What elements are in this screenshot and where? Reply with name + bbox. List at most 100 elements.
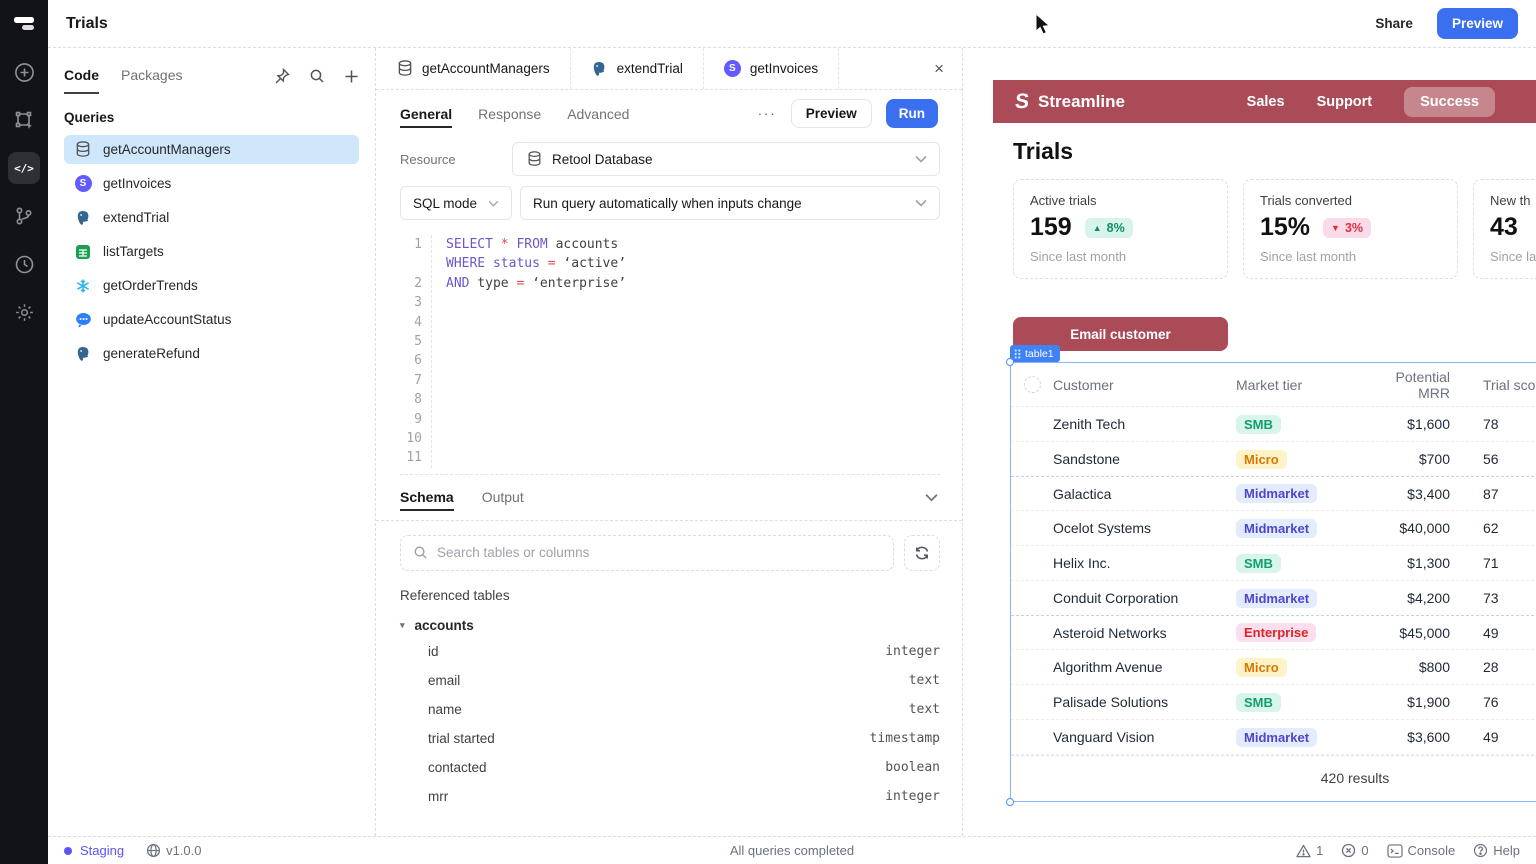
query-item-label: extendTrial — [103, 210, 169, 225]
tab-response[interactable]: Response — [478, 92, 541, 136]
warnings-indicator[interactable]: 1 — [1296, 843, 1323, 858]
schema-field-contacted[interactable]: contactedboolean — [376, 753, 962, 782]
editor-tab-getAccountManagers[interactable]: getAccountManagers — [376, 48, 571, 89]
resize-handle-top-left[interactable] — [1006, 358, 1014, 366]
schema-field-mrr[interactable]: mrrinteger — [376, 782, 962, 811]
query-item-label: generateRefund — [103, 346, 200, 361]
column-header-3[interactable]: Trial sco — [1450, 377, 1536, 393]
app-nav-success[interactable]: Success — [1404, 87, 1495, 117]
share-button[interactable]: Share — [1365, 10, 1423, 37]
table-row-2[interactable]: GalacticaMidmarket$3,40087 — [1011, 476, 1536, 511]
branch-icon[interactable] — [0, 192, 48, 240]
search-icon[interactable] — [309, 68, 325, 84]
select-all-checkbox[interactable] — [1024, 376, 1041, 393]
table1-selection-tag[interactable]: table1 — [1010, 345, 1060, 362]
editor-tab-extendTrial[interactable]: extendTrial — [571, 48, 704, 89]
schema-field-email[interactable]: emailtext — [376, 666, 962, 695]
query-preview-button[interactable]: Preview — [791, 99, 872, 128]
editor-tab-getInvoices[interactable]: SgetInvoices — [704, 48, 839, 89]
query-item-updateAccountStatus[interactable]: updateAccountStatus — [64, 305, 359, 334]
code-line: SELECT * FROM accounts — [446, 235, 626, 254]
cell-score: 49 — [1450, 625, 1536, 641]
resource-value: Retool Database — [552, 152, 653, 167]
resize-handle-bottom-left[interactable] — [1006, 798, 1014, 806]
table1-component[interactable]: CustomerMarket tierPotential MRRTrial sc… — [1010, 362, 1536, 802]
query-item-getInvoices[interactable]: SgetInvoices — [64, 169, 359, 198]
more-menu-icon[interactable]: ··· — [758, 106, 777, 121]
app-nav-support[interactable]: Support — [1317, 94, 1373, 110]
errors-indicator[interactable]: 0 — [1341, 843, 1368, 858]
schema-field-id[interactable]: idinteger — [376, 637, 962, 666]
database-icon — [74, 141, 92, 159]
chevron-down-icon — [915, 155, 927, 163]
code-packages-tabs: Code Packages — [64, 58, 359, 94]
pin-icon[interactable] — [274, 68, 290, 84]
autorun-select[interactable]: Run query automatically when inputs chan… — [520, 186, 940, 220]
table-row-6[interactable]: Asteroid NetworksEnterprise$45,00049 — [1011, 615, 1536, 650]
table-row-3[interactable]: Ocelot SystemsMidmarket$40,00062 — [1011, 511, 1536, 546]
schema-table-accounts[interactable]: ▾ accounts — [400, 618, 938, 633]
drag-handle-icon — [1014, 349, 1021, 359]
console-toggle[interactable]: Console — [1387, 843, 1456, 858]
field-name: name — [428, 702, 462, 717]
tab-code[interactable]: Code — [64, 59, 99, 93]
query-item-getAccountManagers[interactable]: getAccountManagers — [64, 135, 359, 164]
environment-selector[interactable]: Staging — [80, 843, 124, 858]
query-item-extendTrial[interactable]: extendTrial — [64, 203, 359, 232]
table-row-5[interactable]: Conduit CorporationMidmarket$4,20073 — [1011, 581, 1536, 616]
preview-app-button[interactable]: Preview — [1437, 8, 1518, 39]
page-title: Trials — [66, 15, 108, 33]
table-row-9[interactable]: Vanguard VisionMidmarket$3,60049 — [1011, 720, 1536, 755]
table-row-7[interactable]: Algorithm AvenueMicro$80028 — [1011, 650, 1536, 685]
add-icon[interactable] — [0, 48, 48, 96]
query-item-listTargets[interactable]: listTargets — [64, 237, 359, 266]
version-selector[interactable]: v1.0.0 — [146, 843, 201, 858]
top-header: Trials Share Preview — [48, 0, 1536, 48]
history-icon[interactable] — [0, 240, 48, 288]
close-tab-icon[interactable]: × — [934, 59, 944, 79]
queries-section-label: Queries — [64, 110, 359, 125]
schema-field-trial-started[interactable]: trial startedtimestamp — [376, 724, 962, 753]
schema-field-name[interactable]: nametext — [376, 695, 962, 724]
field-name: email — [428, 673, 460, 688]
code-line — [446, 371, 626, 390]
stat-cards: Active trials159▲8%Since last monthTrial… — [1013, 179, 1536, 279]
query-run-button[interactable]: Run — [886, 99, 938, 128]
transform-tool-icon[interactable] — [0, 96, 48, 144]
schema-field-list: idintegeremailtextnametexttrial startedt… — [376, 637, 962, 811]
table-row-8[interactable]: Palisade SolutionsSMB$1,90076 — [1011, 685, 1536, 720]
collapse-chevron-icon[interactable] — [925, 493, 938, 502]
tab-packages[interactable]: Packages — [121, 59, 182, 93]
code-panel-icon[interactable]: </> — [0, 144, 48, 192]
column-header-0[interactable]: Customer — [1053, 377, 1236, 393]
table-row-4[interactable]: Helix Inc.SMB$1,30071 — [1011, 546, 1536, 581]
column-header-1[interactable]: Market tier — [1236, 377, 1366, 393]
column-header-2[interactable]: Potential MRR — [1366, 369, 1450, 401]
sql-mode-select[interactable]: SQL mode — [400, 186, 512, 220]
settings-gear-icon[interactable] — [0, 288, 48, 336]
tab-schema[interactable]: Schema — [400, 475, 454, 519]
error-circle-icon — [1341, 843, 1356, 858]
resource-select[interactable]: Retool Database — [512, 142, 940, 176]
tab-advanced[interactable]: Advanced — [567, 92, 629, 136]
table-row-0[interactable]: Zenith TechSMB$1,60078 — [1011, 407, 1536, 442]
query-item-generateRefund[interactable]: generateRefund — [64, 339, 359, 368]
app-page-title: Trials — [1013, 138, 1073, 165]
sql-code-editor[interactable]: 1234567891011 SELECT * FROM accountsWHER… — [400, 235, 940, 475]
query-item-label: getAccountManagers — [103, 142, 231, 157]
stat-card-0: Active trials159▲8%Since last month — [1013, 179, 1228, 279]
stripe-icon: S — [74, 175, 92, 193]
tab-general[interactable]: General — [400, 92, 452, 136]
table-tag-label: table1 — [1025, 348, 1054, 360]
warning-icon — [1296, 844, 1311, 858]
app-nav-sales[interactable]: Sales — [1247, 94, 1285, 110]
refresh-schema-button[interactable] — [904, 535, 940, 571]
table-row-1[interactable]: SandstoneMicro$70056 — [1011, 442, 1536, 477]
help-menu[interactable]: Help — [1473, 843, 1520, 858]
tab-output[interactable]: Output — [482, 475, 524, 519]
sql-code[interactable]: SELECT * FROM accountsWHERE status = ‘ac… — [432, 235, 626, 468]
plus-icon[interactable] — [344, 69, 359, 84]
schema-search-input[interactable]: Search tables or columns — [400, 535, 894, 571]
brand-name: Streamline — [1038, 92, 1125, 112]
query-item-getOrderTrends[interactable]: getOrderTrends — [64, 271, 359, 300]
